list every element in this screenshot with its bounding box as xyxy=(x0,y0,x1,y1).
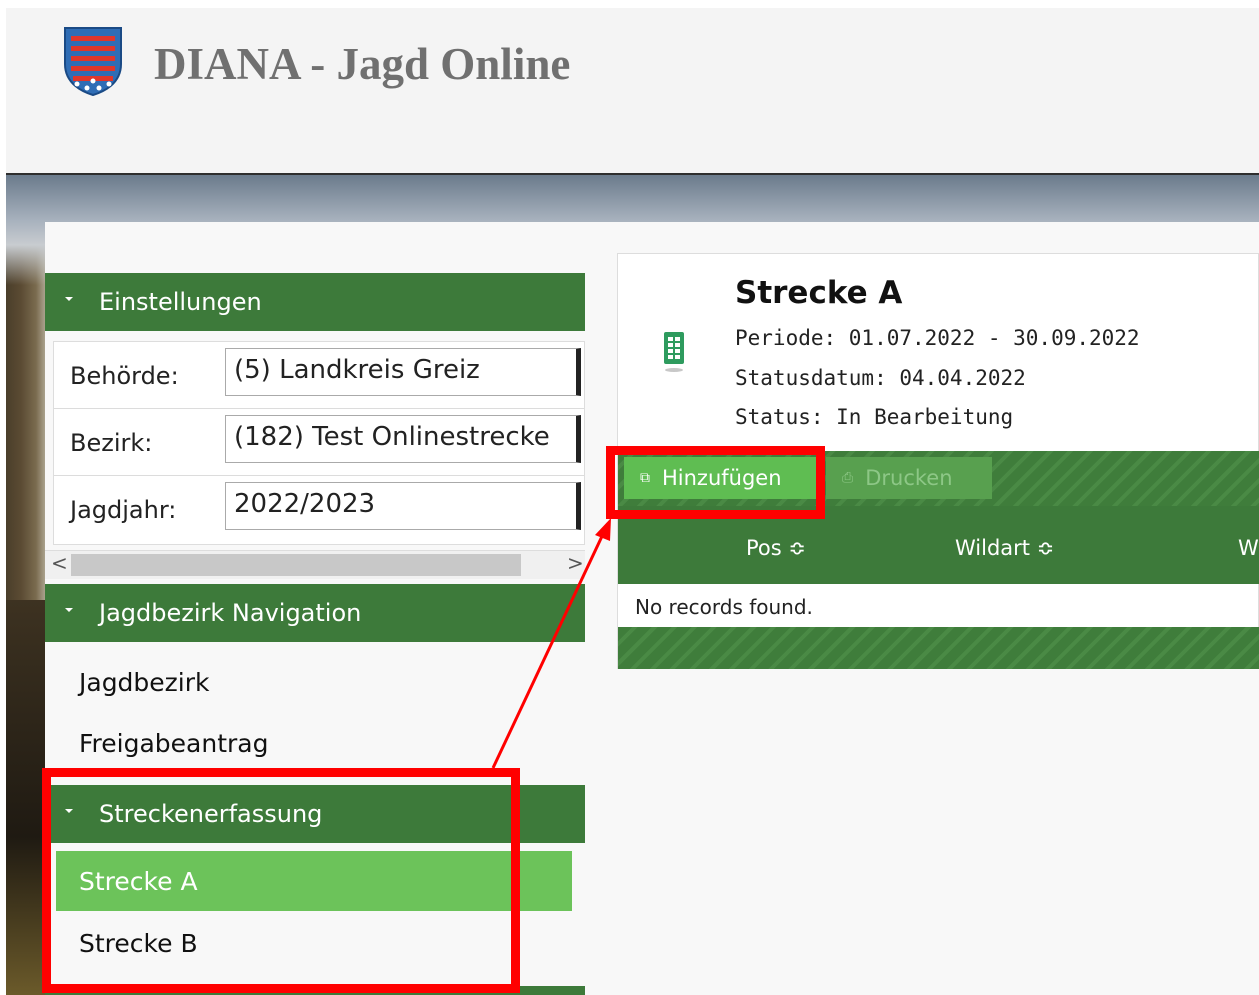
behoerde-select[interactable]: (5) Landkreis Greiz xyxy=(225,348,581,396)
sidebar-item-jagdbezirk[interactable]: Jagdbezirk xyxy=(79,668,210,697)
status-text: Status: In Bearbeitung xyxy=(735,405,1014,429)
periode-text: Periode: 01.07.2022 - 30.09.2022 xyxy=(735,326,1140,350)
setting-row-behoerde: Behörde: (5) Landkreis Greiz xyxy=(54,342,584,409)
print-button[interactable]: ⎙ Drucken xyxy=(826,457,992,499)
navigation-panel-header[interactable]: Jagdbezirk Navigation xyxy=(45,584,585,642)
collapse-caret-icon xyxy=(65,608,73,612)
sidebar-item-freigabeantrag[interactable]: Freigabeantrag xyxy=(79,729,269,758)
table-footer xyxy=(618,627,1259,669)
jagdjahr-select[interactable]: 2022/2023 xyxy=(225,482,581,530)
scroll-left-icon[interactable]: < xyxy=(51,551,68,575)
column-header-pos[interactable]: Pos ≎ xyxy=(746,536,806,560)
annotation-box-streckenerfassung xyxy=(42,768,520,993)
setting-row-jagdjahr: Jagdjahr: 2022/2023 xyxy=(54,476,584,542)
setting-label: Behörde: xyxy=(70,362,179,390)
app-header: DIANA - Jagd Online xyxy=(6,8,1259,175)
scroll-right-icon[interactable]: > xyxy=(567,551,584,575)
background-photo-edge xyxy=(6,600,46,995)
setting-label: Jagdjahr: xyxy=(70,496,177,524)
column-header-w[interactable]: W xyxy=(1238,536,1259,560)
settings-panel-header[interactable]: Einstellungen xyxy=(45,273,585,331)
settings-panel-title: Einstellungen xyxy=(99,288,262,316)
print-icon: ⎙ xyxy=(842,470,854,486)
scrollbar-thumb[interactable] xyxy=(71,554,521,576)
setting-label: Bezirk: xyxy=(70,429,153,457)
navigation-panel-title: Jagdbezirk Navigation xyxy=(99,599,362,627)
app-title: DIANA - Jagd Online xyxy=(154,39,571,89)
bezirk-select[interactable]: (182) Test Onlinestrecke xyxy=(225,415,581,463)
settings-panel: Behörde: (5) Landkreis Greiz Bezirk: (18… xyxy=(53,341,585,545)
thuringia-coat-of-arms-icon xyxy=(64,27,122,96)
setting-row-bezirk: Bezirk: (182) Test Onlinestrecke xyxy=(54,409,584,476)
column-header-wildart[interactable]: Wildart ≎ xyxy=(955,536,1054,560)
print-button-label: Drucken xyxy=(865,466,953,490)
collapse-caret-icon xyxy=(65,297,73,301)
empty-table-message: No records found. xyxy=(635,595,813,619)
horizontal-scrollbar[interactable]: < > xyxy=(45,550,585,579)
spreadsheet-document-icon xyxy=(664,332,684,372)
statusdatum-text: Statusdatum: 04.04.2022 xyxy=(735,366,1026,390)
page-title: Strecke A xyxy=(735,275,903,311)
annotation-box-add-button xyxy=(606,446,825,519)
